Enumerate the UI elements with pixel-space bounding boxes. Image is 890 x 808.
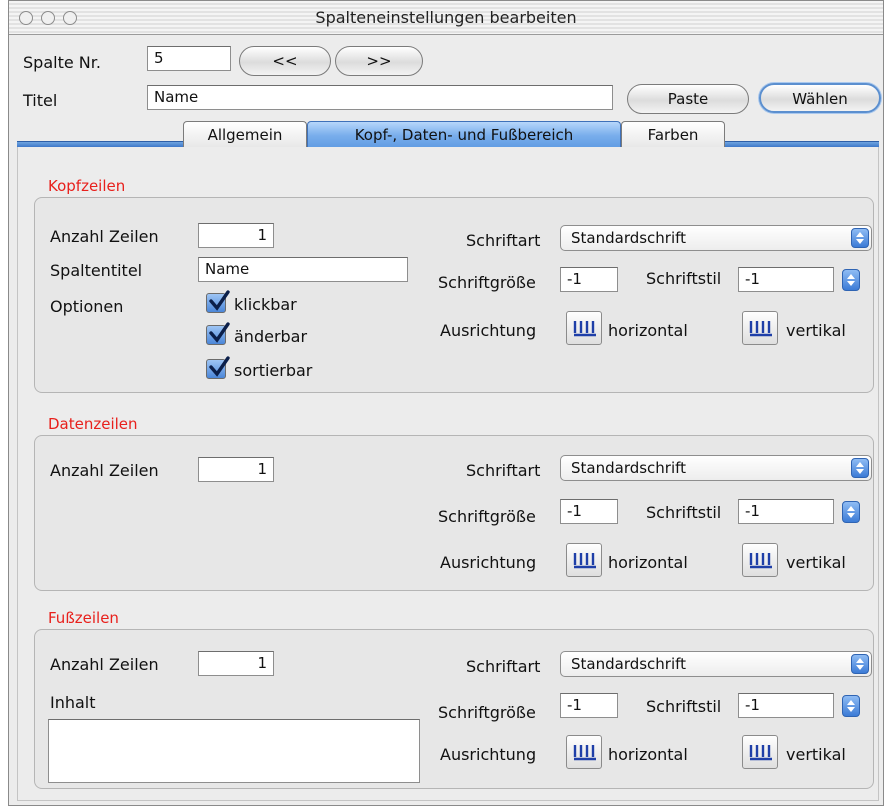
- daten-rows-label: Anzahl Zeilen: [50, 461, 159, 480]
- aenderbar-checkbox[interactable]: [206, 322, 230, 345]
- kopf-style-field[interactable]: -1: [738, 267, 834, 292]
- column-number-field[interactable]: 5: [147, 46, 231, 71]
- daten-vertical-align-icon[interactable]: [742, 543, 778, 577]
- checkmark-icon: [209, 356, 230, 377]
- tab-allgemein[interactable]: Allgemein: [183, 121, 307, 149]
- kopf-font-select[interactable]: Standardschrift: [560, 225, 872, 251]
- fuss-content-label: Inhalt: [50, 693, 96, 712]
- tab-farben[interactable]: Farben: [621, 121, 725, 149]
- kopf-size-label: Schriftgröße: [438, 273, 536, 292]
- title-bar[interactable]: Spalteneinstellungen bearbeiten: [9, 1, 883, 35]
- fusszeilen-title: Fußzeilen: [48, 609, 119, 627]
- kopf-vertical-align-icon[interactable]: [742, 311, 778, 345]
- next-column-button[interactable]: >>: [335, 46, 423, 76]
- fuss-font-select[interactable]: Standardschrift: [560, 651, 872, 677]
- kopf-vertical-label: vertikal: [786, 321, 846, 340]
- fuss-font-value: Standardschrift: [571, 655, 687, 673]
- checkmark-icon: [209, 322, 230, 343]
- klickbar-label: klickbar: [234, 295, 297, 314]
- kopf-font-label: Schriftart: [466, 231, 541, 250]
- checkmark-icon: [209, 290, 230, 311]
- select-arrow-icon: [851, 458, 869, 478]
- klickbar-checkbox[interactable]: [206, 290, 230, 313]
- fuss-content-textarea[interactable]: [48, 719, 420, 783]
- kopf-rows-field[interactable]: 1: [198, 223, 274, 248]
- daten-horizontal-label: horizontal: [608, 553, 688, 572]
- daten-size-field[interactable]: -1: [560, 499, 618, 524]
- fuss-font-label: Schriftart: [466, 657, 541, 676]
- kopf-align-label: Ausrichtung: [440, 321, 537, 340]
- daten-font-select[interactable]: Standardschrift: [560, 455, 872, 481]
- daten-rows-field[interactable]: 1: [198, 457, 274, 482]
- fuss-align-label: Ausrichtung: [440, 745, 537, 764]
- daten-font-label: Schriftart: [466, 461, 541, 480]
- daten-font-value: Standardschrift: [571, 459, 687, 477]
- window-title: Spalteneinstellungen bearbeiten: [315, 8, 577, 27]
- aenderbar-label: änderbar: [234, 327, 308, 346]
- kopf-style-stepper-icon[interactable]: [842, 269, 860, 291]
- kopf-coltitle-label: Spaltentitel: [50, 261, 143, 280]
- daten-horizontal-align-icon[interactable]: [566, 543, 602, 577]
- kopf-font-value: Standardschrift: [571, 229, 687, 247]
- tab-content: Kopfzeilen Anzahl Zeilen 1 Spaltentitel …: [17, 147, 879, 801]
- previous-column-button[interactable]: <<: [239, 46, 331, 76]
- kopf-style-label: Schriftstil: [646, 269, 722, 288]
- tab-kopf-daten-fuss[interactable]: Kopf-, Daten- und Fußbereich: [307, 121, 621, 149]
- fuss-style-field[interactable]: -1: [738, 693, 834, 718]
- fuss-style-stepper-icon[interactable]: [842, 695, 860, 717]
- select-arrow-icon: [851, 654, 869, 674]
- select-arrow-icon: [851, 228, 869, 248]
- fuss-size-label: Schriftgröße: [438, 703, 536, 722]
- kopf-options-label: Optionen: [50, 297, 124, 316]
- daten-size-label: Schriftgröße: [438, 507, 536, 526]
- fuss-rows-field[interactable]: 1: [198, 651, 274, 676]
- kopf-coltitle-field[interactable]: Name: [198, 257, 408, 282]
- daten-style-field[interactable]: -1: [738, 499, 834, 524]
- sortierbar-checkbox[interactable]: [206, 356, 230, 379]
- daten-align-label: Ausrichtung: [440, 553, 537, 572]
- choose-button[interactable]: Wählen: [759, 83, 881, 113]
- datenzeilen-title: Datenzeilen: [48, 415, 138, 433]
- sortierbar-label: sortierbar: [234, 361, 313, 380]
- title-field[interactable]: Name: [147, 85, 613, 110]
- fuss-horizontal-align-icon[interactable]: [566, 735, 602, 769]
- fuss-rows-label: Anzahl Zeilen: [50, 655, 159, 674]
- fuss-vertical-label: vertikal: [786, 745, 846, 764]
- kopf-size-field[interactable]: -1: [560, 267, 618, 292]
- fuss-vertical-align-icon[interactable]: [742, 735, 778, 769]
- kopf-rows-label: Anzahl Zeilen: [50, 227, 159, 246]
- kopf-horizontal-label: horizontal: [608, 321, 688, 340]
- paste-button[interactable]: Paste: [627, 84, 749, 114]
- daten-vertical-label: vertikal: [786, 553, 846, 572]
- dialog-window: Spalteneinstellungen bearbeiten Spalte N…: [8, 0, 884, 806]
- kopf-horizontal-align-icon[interactable]: [566, 311, 602, 345]
- fuss-size-field[interactable]: -1: [560, 693, 618, 718]
- daten-style-label: Schriftstil: [646, 503, 722, 522]
- kopfzeilen-title: Kopfzeilen: [48, 177, 126, 195]
- fuss-style-label: Schriftstil: [646, 697, 722, 716]
- column-number-label: Spalte Nr.: [23, 53, 101, 72]
- fuss-horizontal-label: horizontal: [608, 745, 688, 764]
- daten-style-stepper-icon[interactable]: [842, 501, 860, 523]
- title-label: Titel: [23, 91, 58, 110]
